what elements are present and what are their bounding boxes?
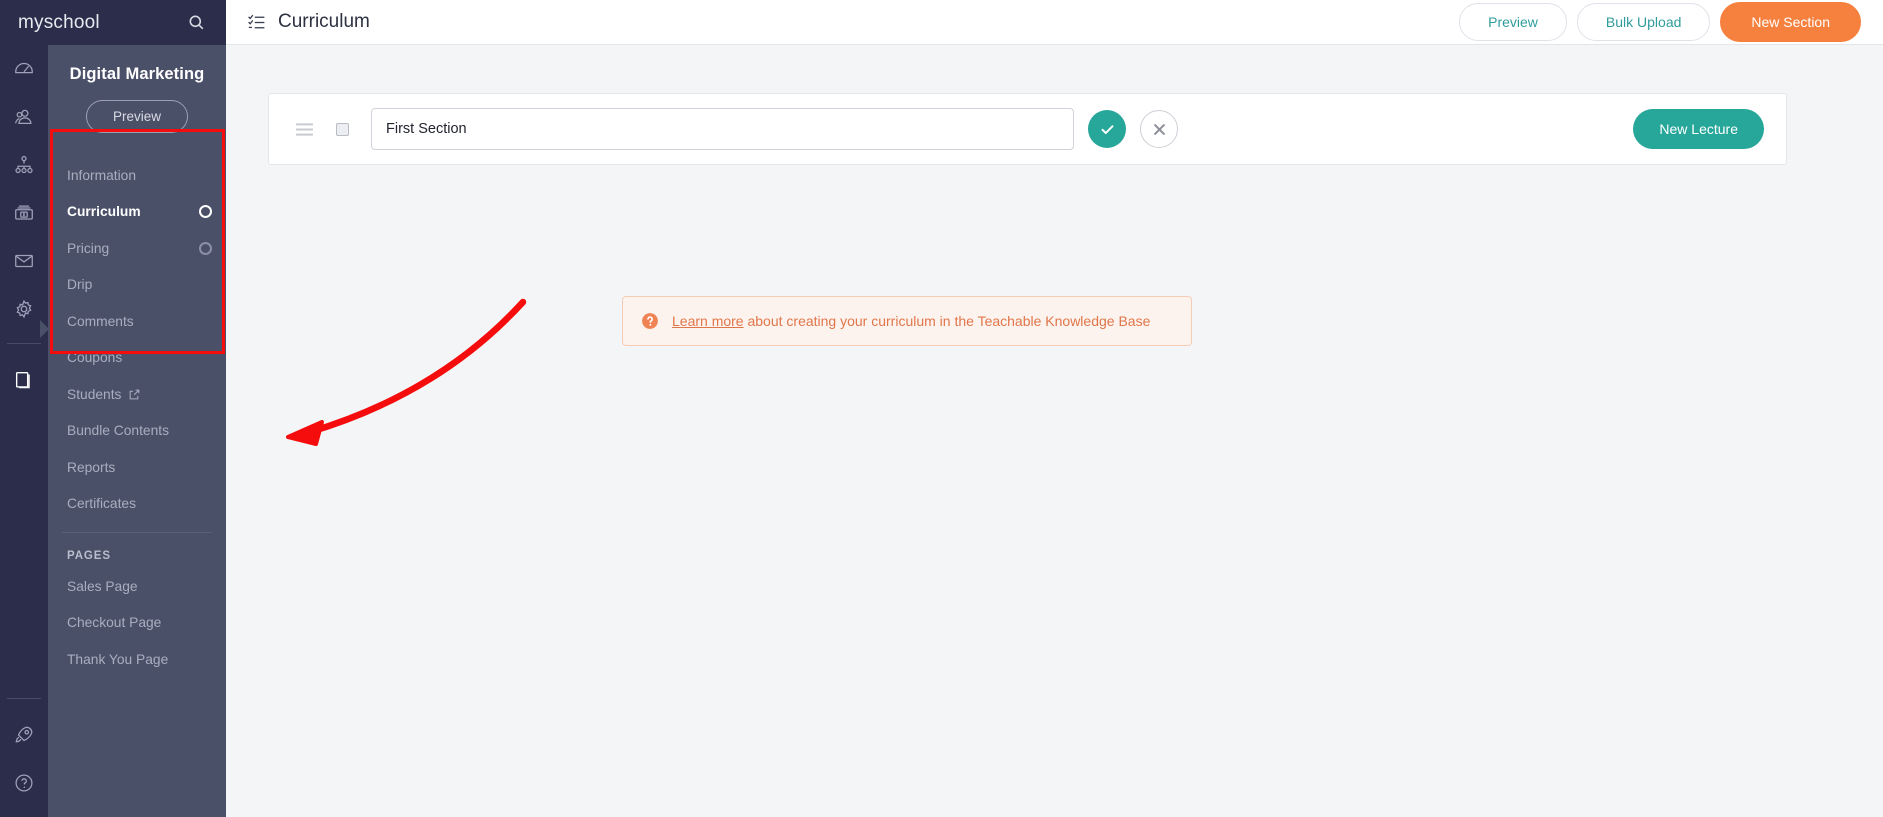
cash-money-icon[interactable] bbox=[0, 189, 48, 237]
page-title: Curriculum bbox=[278, 11, 370, 33]
new-section-button[interactable]: New Section bbox=[1720, 2, 1861, 42]
sidebar-item-information[interactable]: Information bbox=[48, 157, 226, 194]
sidebar-item-certificates[interactable]: Certificates bbox=[48, 486, 226, 523]
rocket-icon[interactable] bbox=[0, 711, 48, 759]
dashboard-gauge-icon[interactable] bbox=[0, 45, 48, 93]
sidebar-item-students[interactable]: Students bbox=[48, 376, 226, 413]
cancel-section-button[interactable] bbox=[1140, 110, 1178, 148]
pages-section-heading: PAGES bbox=[48, 533, 226, 568]
sidebar-item-drip[interactable]: Drip bbox=[48, 267, 226, 304]
users-icon[interactable] bbox=[0, 93, 48, 141]
rail-divider bbox=[7, 343, 41, 344]
course-sidebar: Digital Marketing Preview Information Cu… bbox=[48, 0, 226, 817]
question-circle-icon bbox=[641, 312, 659, 330]
sidebar-item-label: Coupons bbox=[67, 350, 122, 365]
sidebar-item-label: Checkout Page bbox=[67, 615, 161, 630]
new-lecture-button[interactable]: New Lecture bbox=[1633, 109, 1764, 149]
rail-bottom-divider bbox=[7, 698, 41, 699]
confirm-section-button[interactable] bbox=[1088, 110, 1126, 148]
sidebar-item-reports[interactable]: Reports bbox=[48, 449, 226, 486]
sitemap-icon[interactable] bbox=[0, 141, 48, 189]
sidebar-item-label: Certificates bbox=[67, 496, 136, 511]
sidebar-item-sales-page[interactable]: Sales Page bbox=[48, 568, 226, 605]
checklist-icon bbox=[246, 12, 267, 33]
brand-name: myschool bbox=[18, 12, 100, 34]
rail-bottom-group bbox=[0, 698, 48, 807]
section-select-checkbox[interactable] bbox=[336, 123, 349, 136]
sidebar-preview-button[interactable]: Preview bbox=[86, 100, 188, 133]
top-bar: Curriculum Preview Bulk Upload New Secti… bbox=[226, 0, 1883, 45]
section-name-input[interactable] bbox=[371, 108, 1074, 150]
sidebar-item-label: Sales Page bbox=[67, 579, 138, 594]
sidebar-item-label: Thank You Page bbox=[67, 652, 168, 667]
course-title: Digital Marketing bbox=[48, 65, 226, 84]
learn-more-link[interactable]: Learn more bbox=[672, 313, 744, 329]
sidebar-preview-wrap: Preview bbox=[48, 100, 226, 133]
info-banner-text: Learn more about creating your curriculu… bbox=[672, 312, 1150, 330]
mail-envelope-icon[interactable] bbox=[0, 237, 48, 285]
sidebar-item-label: Reports bbox=[67, 460, 115, 475]
sidebar-item-checkout-page[interactable]: Checkout Page bbox=[48, 605, 226, 642]
sidebar-item-comments[interactable]: Comments bbox=[48, 303, 226, 340]
sidebar-item-label: Drip bbox=[67, 277, 92, 292]
icon-rail bbox=[0, 0, 48, 817]
main-column: Curriculum Preview Bulk Upload New Secti… bbox=[226, 0, 1883, 817]
sidebar-item-thank-you-page[interactable]: Thank You Page bbox=[48, 641, 226, 678]
sidebar-item-label: Comments bbox=[67, 314, 134, 329]
sidebar-item-label: Pricing bbox=[67, 241, 109, 256]
help-circle-icon[interactable] bbox=[0, 759, 48, 807]
pages-nav-list: Sales Page Checkout Page Thank You Page bbox=[48, 568, 226, 678]
content-area: New Lecture Learn more about creating yo… bbox=[226, 45, 1883, 817]
top-bar-actions: Preview Bulk Upload New Section bbox=[1459, 2, 1861, 42]
status-circle-icon bbox=[199, 242, 212, 255]
sidebar-item-label: Bundle Contents bbox=[67, 423, 169, 438]
info-banner: Learn more about creating your curriculu… bbox=[622, 296, 1192, 346]
brand-bar: myschool bbox=[0, 0, 226, 45]
sidebar-item-label: Curriculum bbox=[67, 204, 141, 219]
sidebar-item-coupons[interactable]: Coupons bbox=[48, 340, 226, 377]
page-title-wrap: Curriculum bbox=[246, 11, 370, 33]
books-courses-icon[interactable] bbox=[0, 356, 48, 404]
info-banner-rest: about creating your curriculum in the Te… bbox=[744, 313, 1151, 329]
drag-handle-icon[interactable] bbox=[295, 122, 314, 137]
bulk-upload-button[interactable]: Bulk Upload bbox=[1577, 3, 1711, 41]
status-circle-icon bbox=[199, 205, 212, 218]
sidebar-item-label: Students bbox=[67, 387, 121, 402]
app-root: Digital Marketing Preview Information Cu… bbox=[0, 0, 1883, 817]
preview-button[interactable]: Preview bbox=[1459, 3, 1567, 41]
sidebar-item-curriculum[interactable]: Curriculum bbox=[48, 194, 226, 231]
course-nav-list: Information Curriculum Pricing Drip Comm… bbox=[48, 157, 226, 522]
sidebar-item-bundle-contents[interactable]: Bundle Contents bbox=[48, 413, 226, 450]
section-row: New Lecture bbox=[268, 93, 1787, 165]
search-icon[interactable] bbox=[187, 13, 206, 32]
sidebar-item-label: Information bbox=[67, 168, 136, 183]
external-link-icon bbox=[128, 388, 141, 401]
sidebar-item-pricing[interactable]: Pricing bbox=[48, 230, 226, 267]
